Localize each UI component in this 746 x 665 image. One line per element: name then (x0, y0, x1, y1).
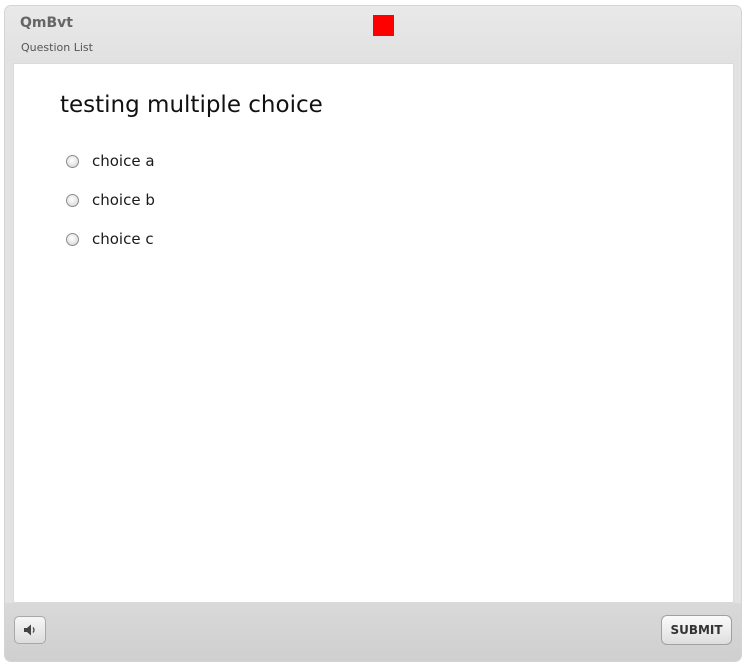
quiz-player: QmBvt Question List testing multiple cho… (4, 5, 742, 662)
choice-label-b: choice b (92, 191, 155, 209)
quiz-title: QmBvt (20, 15, 73, 31)
speaker-icon (24, 624, 35, 636)
red-marker (373, 15, 394, 36)
question-text: testing multiple choice (60, 92, 323, 118)
choice-label-c: choice c (92, 230, 154, 248)
choice-option-a[interactable]: choice a (66, 150, 155, 172)
submit-button[interactable]: SUBMIT (661, 615, 732, 645)
player-footer: SUBMIT (5, 603, 741, 661)
slide-content: testing multiple choice choice a choice … (13, 63, 734, 603)
audio-button[interactable] (14, 616, 46, 644)
radio-button-b[interactable] (66, 193, 79, 207)
radio-button-a[interactable] (66, 154, 79, 168)
question-list-label: Question List (21, 41, 93, 54)
radio-button-c[interactable] (66, 232, 79, 246)
choice-label-a: choice a (92, 152, 155, 170)
player-header: QmBvt Question List (5, 6, 741, 62)
choice-option-c[interactable]: choice c (66, 228, 154, 250)
choice-option-b[interactable]: choice b (66, 189, 155, 211)
